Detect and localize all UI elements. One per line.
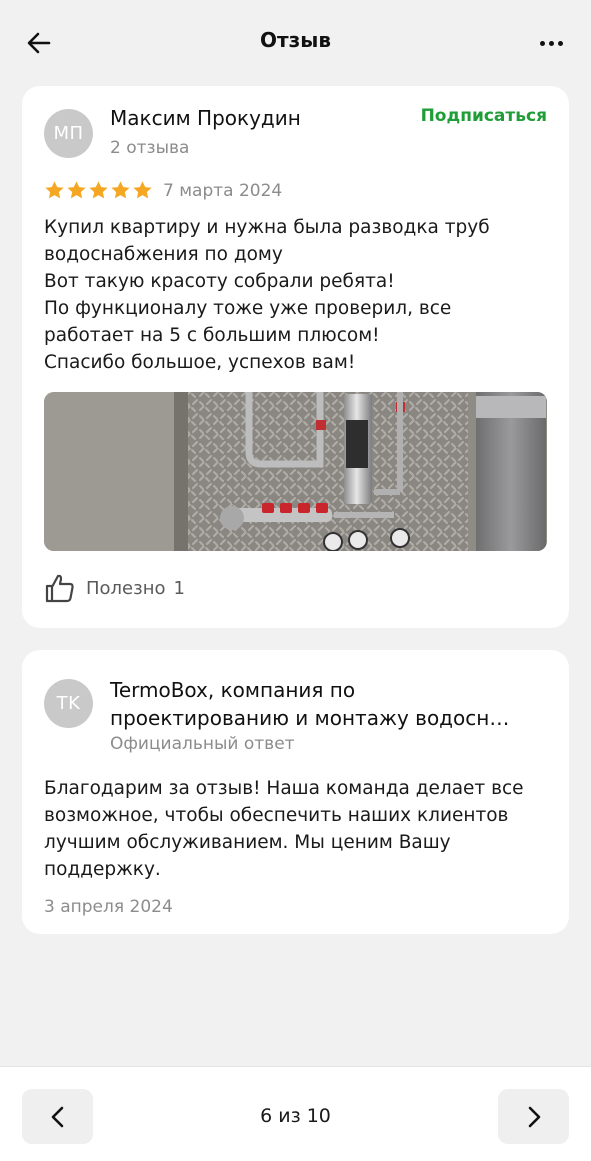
- company-avatar[interactable]: TK: [44, 679, 93, 728]
- chevron-right-icon: [528, 1106, 540, 1127]
- star-icon: [89, 181, 108, 199]
- helpful-button[interactable]: Полезно 1: [44, 572, 185, 604]
- star-icon: [133, 181, 152, 199]
- bottom-navigation: 6 из 10: [0, 1066, 591, 1161]
- author-review-count: 2 отзыва: [110, 138, 190, 158]
- review-text-line: По функционалу тоже уже проверил, все: [44, 298, 452, 319]
- more-options-button[interactable]: [533, 26, 569, 60]
- review-photo[interactable]: [44, 392, 547, 551]
- review-date: 7 марта 2024: [163, 181, 283, 201]
- review-text-line: Спасибо большое, успехов вам!: [44, 352, 356, 373]
- star-icon: [45, 181, 64, 199]
- review-text-line: работает на 5 с большим плюсом!: [44, 325, 380, 346]
- avatar[interactable]: МП: [44, 109, 93, 158]
- thumbs-up-icon: [45, 574, 74, 603]
- plumbing-photo-image: [44, 392, 547, 551]
- reply-text-line: возможное, чтобы обеспечить наших клиент…: [44, 805, 509, 826]
- reply-author-line: TermoBox, компания по: [110, 678, 356, 702]
- review-text: Купил квартиру и нужна была разводка тру…: [44, 214, 549, 376]
- reply-text: Благодарим за отзыв! Наша команда делает…: [44, 775, 549, 883]
- subscribe-button[interactable]: Подписаться: [421, 106, 547, 126]
- review-card: МП Максим Прокудин 2 отзыва Подписаться …: [22, 86, 569, 628]
- reply-text-line: поддержку.: [44, 859, 161, 880]
- review-author-name[interactable]: Максим Прокудин: [110, 106, 301, 130]
- star-icon: [111, 181, 130, 199]
- star-icon: [67, 181, 86, 199]
- reply-text-line: лучшим обслуживанием. Мы ценим Вашу: [44, 832, 451, 853]
- official-reply-label: Официальный ответ: [110, 734, 295, 754]
- review-text-line: Вот такую красоту собрали ребята!: [44, 271, 395, 292]
- review-text-line: Купил квартиру и нужна была разводка тру…: [44, 217, 490, 238]
- more-horizontal-icon: [539, 40, 545, 46]
- reply-text-line: Благодарим за отзыв! Наша команда делает…: [44, 778, 524, 799]
- reply-author-name[interactable]: TermoBox, компания по проектированию и м…: [110, 676, 540, 732]
- next-review-button[interactable]: [498, 1089, 569, 1144]
- helpful-count: 1: [173, 577, 185, 599]
- reply-author-line: проектированию и монтажу водосн…: [110, 706, 510, 730]
- helpful-label: Полезно: [86, 577, 166, 599]
- official-reply-card: TK TermoBox, компания по проектированию …: [22, 650, 569, 934]
- top-bar: Отзыв: [0, 0, 591, 84]
- reply-date: 3 апреля 2024: [44, 897, 173, 917]
- review-text-line: водоснабжения по дому: [44, 244, 283, 265]
- page-title: Отзыв: [260, 28, 331, 52]
- rating-stars: [44, 180, 153, 201]
